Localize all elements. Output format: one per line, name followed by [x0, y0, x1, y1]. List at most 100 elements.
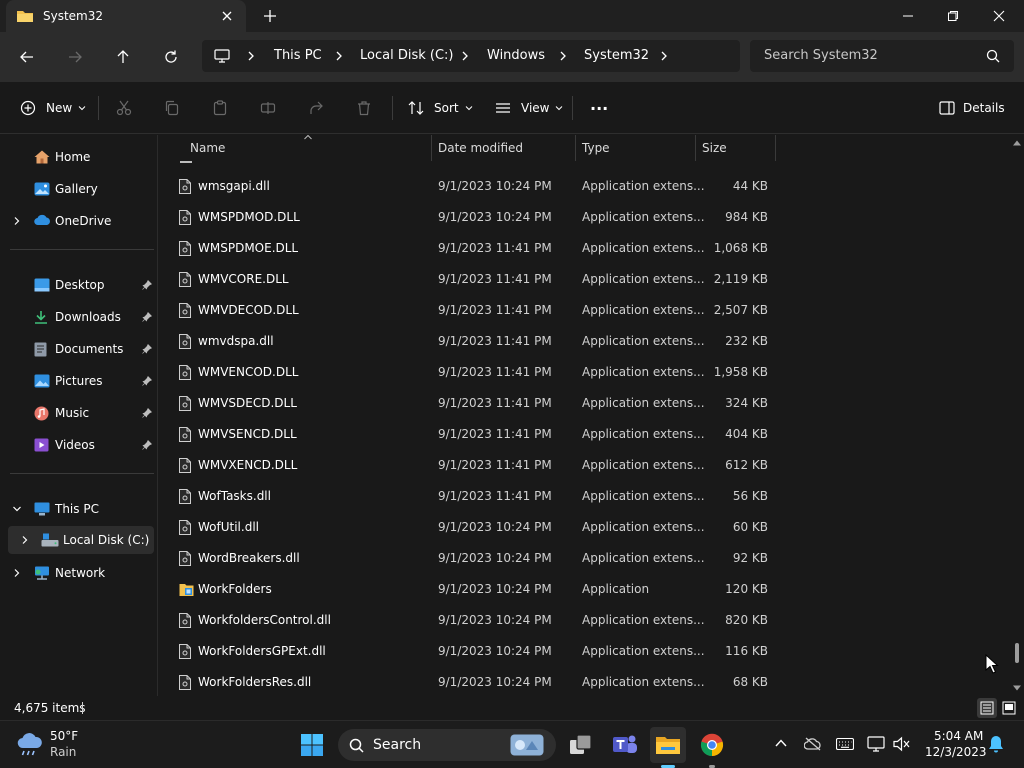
- sidebar-item-home[interactable]: Home: [8, 143, 154, 171]
- pin-icon[interactable]: [142, 344, 152, 354]
- table-row[interactable]: WorkFoldersRes.dll 9/1/2023 10:24 PM Appli…: [160, 667, 1010, 696]
- breadcrumb-local-disk[interactable]: Local Disk (C:): [360, 48, 453, 63]
- paste-button[interactable]: [212, 96, 228, 120]
- search-input[interactable]: Search System32: [764, 48, 878, 63]
- sidebar-item-network[interactable]: Network: [8, 559, 154, 587]
- chevron-up-icon[interactable]: [775, 738, 787, 748]
- breadcrumb-windows[interactable]: Windows: [487, 48, 545, 63]
- volume-muted-icon[interactable]: [893, 736, 911, 752]
- close-window-button[interactable]: [976, 0, 1022, 32]
- table-row[interactable]: wmsgapi.dll 9/1/2023 10:24 PM Application …: [160, 171, 1010, 202]
- clock-date[interactable]: 12/3/2023: [925, 745, 987, 759]
- table-row[interactable]: WMVSDECD.DLL 9/1/2023 11:41 PM Application…: [160, 388, 1010, 419]
- table-row[interactable]: WorkFoldersGPExt.dll 9/1/2023 10:24 PM App…: [160, 636, 1010, 667]
- table-row[interactable]: WorkFolders 9/1/2023 10:24 PM Application 1…: [160, 574, 1010, 605]
- close-tab-icon[interactable]: [218, 7, 236, 25]
- column-header-date[interactable]: Date modified: [438, 141, 523, 155]
- breadcrumb-this-pc[interactable]: This PC: [274, 48, 322, 63]
- table-row[interactable]: wmvdspa.dll 9/1/2023 11:41 PM Application …: [160, 326, 1010, 357]
- details-view-button[interactable]: [977, 698, 997, 718]
- pin-icon[interactable]: [142, 440, 152, 450]
- share-button[interactable]: [308, 96, 324, 120]
- chevron-right-icon[interactable]: [658, 50, 670, 62]
- tab-system32[interactable]: System32: [6, 0, 246, 32]
- up-button[interactable]: [109, 44, 137, 70]
- large-icons-view-button[interactable]: [999, 698, 1019, 718]
- view-button[interactable]: View: [495, 96, 563, 120]
- sidebar-item-desktop[interactable]: Desktop: [8, 271, 154, 299]
- table-row[interactable]: WorkfoldersControl.dll 9/1/2023 10:24 PM A…: [160, 605, 1010, 636]
- sidebar-item-gallery[interactable]: Gallery: [8, 175, 154, 203]
- sidebar-item-downloads[interactable]: Downloads: [8, 303, 154, 331]
- column-resize-handle[interactable]: [775, 135, 776, 161]
- new-tab-icon[interactable]: [262, 8, 278, 24]
- vertical-scrollbar[interactable]: [1010, 135, 1024, 696]
- table-row[interactable]: WMSPDMOD.DLL 9/1/2023 10:24 PM Application…: [160, 202, 1010, 233]
- table-row[interactable]: WofUtil.dll 9/1/2023 10:24 PM Application …: [160, 512, 1010, 543]
- delete-button[interactable]: [356, 96, 372, 120]
- notification-bell-icon[interactable]: [988, 735, 1004, 753]
- sidebar-item-documents[interactable]: Documents: [8, 335, 154, 363]
- column-header-name[interactable]: Name: [190, 141, 225, 155]
- sidebar-item-local-disk[interactable]: Local Disk (C:): [8, 526, 154, 554]
- pin-icon[interactable]: [142, 312, 152, 322]
- address-bar[interactable]: This PC Local Disk (C:) Windows System32: [202, 40, 740, 72]
- table-row[interactable]: WMSPDMOE.DLL 9/1/2023 11:41 PM Application…: [160, 233, 1010, 264]
- scroll-up-icon[interactable]: [1012, 139, 1022, 147]
- table-row[interactable]: WMVSENCD.DLL 9/1/2023 11:41 PM Application…: [160, 419, 1010, 450]
- copy-button[interactable]: [164, 96, 180, 120]
- sidebar-item-onedrive[interactable]: OneDrive: [8, 207, 154, 235]
- taskbar-search[interactable]: Search: [338, 729, 556, 761]
- column-resize-handle[interactable]: [431, 135, 432, 161]
- file-explorer-button[interactable]: [650, 727, 686, 763]
- display-network-icon[interactable]: [867, 736, 885, 752]
- sidebar-item-pictures[interactable]: Pictures: [8, 367, 154, 395]
- sidebar-item-videos[interactable]: Videos: [8, 431, 154, 459]
- table-row[interactable]: WordBreakers.dll 9/1/2023 10:24 PM Applica…: [160, 543, 1010, 574]
- details-button[interactable]: Details: [939, 96, 1005, 120]
- cut-button[interactable]: [116, 96, 132, 120]
- scrollbar-thumb[interactable]: [1015, 643, 1019, 663]
- chevron-down-icon[interactable]: [12, 504, 22, 514]
- sidebar-item-this-pc[interactable]: This PC: [8, 495, 154, 523]
- refresh-button[interactable]: [157, 44, 185, 70]
- table-row[interactable]: WMVXENCD.DLL 9/1/2023 11:41 PM Application…: [160, 450, 1010, 481]
- chrome-button[interactable]: [694, 727, 730, 763]
- weather-rain-icon[interactable]: [16, 732, 44, 758]
- chevron-right-icon[interactable]: [12, 216, 22, 226]
- column-header-size[interactable]: Size: [702, 141, 727, 155]
- rename-button[interactable]: [260, 96, 276, 120]
- pin-icon[interactable]: [142, 376, 152, 386]
- breadcrumb-system32[interactable]: System32: [584, 48, 649, 63]
- column-resize-handle[interactable]: [575, 135, 576, 161]
- search-box[interactable]: Search System32: [750, 40, 1014, 72]
- start-button[interactable]: [294, 727, 330, 763]
- table-row[interactable]: WofTasks.dll 9/1/2023 11:41 PM Application…: [160, 481, 1010, 512]
- weather-description[interactable]: Rain: [50, 745, 76, 759]
- column-resize-handle[interactable]: [695, 135, 696, 161]
- sidebar-item-music[interactable]: Music: [8, 399, 154, 427]
- more-options-button[interactable]: ···: [590, 96, 608, 120]
- back-button[interactable]: [13, 44, 41, 70]
- chevron-right-icon[interactable]: [20, 535, 30, 545]
- onedrive-offline-icon[interactable]: [804, 737, 822, 751]
- new-button[interactable]: New: [20, 96, 86, 120]
- chevron-right-icon[interactable]: [12, 568, 22, 578]
- table-row[interactable]: WMVENCOD.DLL 9/1/2023 11:41 PM Application…: [160, 357, 1010, 388]
- pin-icon[interactable]: [142, 280, 152, 290]
- search-icon[interactable]: [986, 49, 1000, 63]
- scroll-down-icon[interactable]: [1012, 684, 1022, 692]
- clock-time[interactable]: 5:04 AM: [934, 729, 983, 743]
- column-header-type[interactable]: Type: [582, 141, 610, 155]
- forward-button[interactable]: [61, 44, 89, 70]
- pin-icon[interactable]: [142, 408, 152, 418]
- restore-button[interactable]: [930, 0, 976, 32]
- table-row[interactable]: WMVDECOD.DLL 9/1/2023 11:41 PM Application…: [160, 295, 1010, 326]
- teams-button[interactable]: [607, 727, 643, 763]
- table-row[interactable]: WMVCORE.DLL 9/1/2023 11:41 PM Application …: [160, 264, 1010, 295]
- weather-temperature[interactable]: 50°F: [50, 729, 78, 743]
- task-view-button[interactable]: [563, 727, 599, 763]
- minimize-button[interactable]: [885, 0, 931, 32]
- keyboard-icon[interactable]: [836, 738, 854, 750]
- sort-button[interactable]: Sort: [408, 96, 473, 120]
